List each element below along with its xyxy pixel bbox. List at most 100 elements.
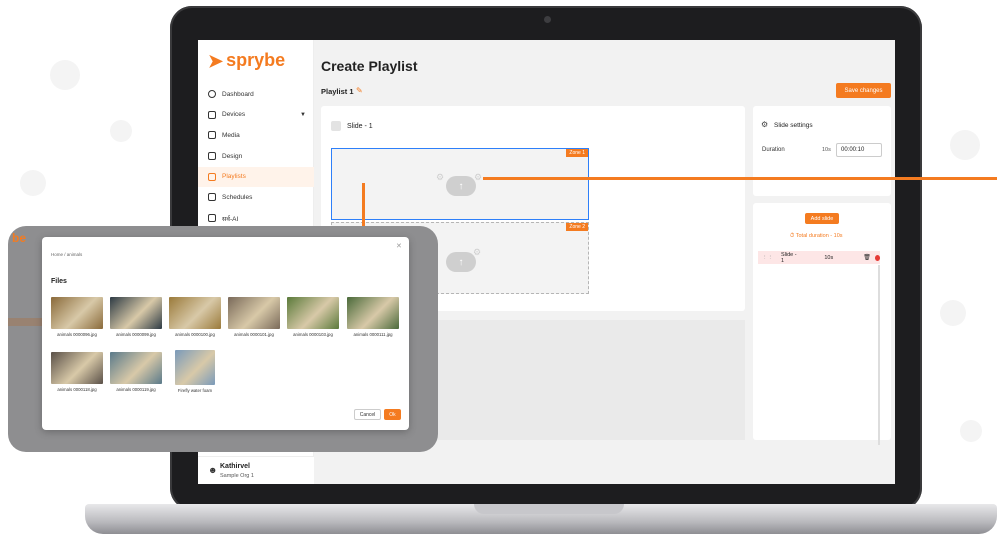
settings-title: Slide settings: [774, 122, 813, 129]
gear-icon: ⚙: [473, 247, 482, 257]
upload-cloud-icon[interactable]: ↑: [446, 252, 476, 272]
gear-icon: ⚙: [474, 172, 483, 182]
file-name: animals 0000099.jpg: [116, 332, 156, 337]
sidebar-item-label: Playlists: [222, 173, 246, 181]
file-item[interactable]: animals 0000118.jpg: [51, 352, 105, 392]
background-dot: [960, 420, 982, 442]
file-name: animals 0000118.jpg: [57, 387, 97, 392]
playlist-name: Playlist 1: [321, 87, 354, 96]
file-thumbnail: [287, 297, 339, 329]
zone-label: Zone 2: [566, 223, 588, 231]
zone-label: Zone 1: [566, 149, 588, 157]
file-name: animals 0000111.jpg: [353, 332, 393, 337]
logo-text: sprybe: [226, 50, 286, 70]
total-duration: ⏱ Total duration - 10s: [790, 233, 843, 240]
sidebar-nav: Dashboard Devices ▼ Media Design Playlis…: [198, 84, 314, 229]
breadcrumb[interactable]: Home / animals: [51, 252, 82, 257]
slide-title: Slide - 1: [347, 123, 373, 130]
files-title: Files: [51, 278, 67, 285]
slides-scrollbar[interactable]: [878, 265, 880, 445]
slide-thumbnail: [331, 121, 341, 131]
file-thumbnail: [169, 297, 221, 329]
gear-icon: ⚙: [436, 172, 445, 182]
save-changes-button[interactable]: Save changes: [836, 83, 891, 98]
logo: ➤ sprybe: [208, 50, 285, 71]
file-thumbnail: [110, 352, 162, 384]
slide-row-duration: 10s: [824, 254, 834, 261]
duration-unit: 10s: [822, 147, 831, 153]
gear-icon: ⚙: [761, 120, 769, 129]
file-name: animals 0000101.jpg: [234, 332, 274, 337]
duration-input[interactable]: 00:00:10: [836, 143, 882, 157]
calendar-icon: [208, 193, 216, 202]
sidebar-item-label: Dashboard: [222, 90, 254, 98]
file-item[interactable]: animals 0000100.jpg: [169, 297, 223, 337]
logo-icon: ➤: [208, 50, 224, 71]
file-thumbnail: [347, 297, 399, 329]
devices-icon: [208, 110, 216, 119]
file-item[interactable]: animals 0000096.jpg: [51, 297, 105, 337]
file-thumbnail: [51, 297, 103, 329]
laptop-notch: [474, 504, 624, 514]
connector-line-horizontal: [483, 177, 997, 180]
file-name: animals 0000103.jpg: [293, 332, 333, 337]
cancel-button[interactable]: Cancel: [354, 409, 381, 420]
upload-cloud-icon[interactable]: ↑: [446, 176, 476, 196]
file-name: animals 0000100.jpg: [175, 332, 215, 337]
delete-icon[interactable]: [874, 254, 880, 261]
file-thumbnail: [175, 350, 215, 385]
chevron-down-icon[interactable]: ▼: [300, 112, 306, 118]
add-slide-button[interactable]: Add slide: [805, 213, 839, 224]
file-item[interactable]: animals 0000111.jpg: [347, 297, 401, 337]
background-dot: [50, 60, 80, 90]
user-profile[interactable]: ☻ Kathirvel Sample Org 1: [198, 456, 314, 484]
background-dot: [940, 300, 966, 326]
frame-strip: [8, 318, 42, 326]
trash-icon[interactable]: 🗑: [863, 254, 871, 261]
ai-icon: [208, 214, 216, 223]
clock-icon: [208, 90, 216, 98]
sidebar-item-label: Devices: [222, 111, 246, 119]
close-icon[interactable]: ✕: [396, 242, 402, 250]
file-item[interactable]: animals 0000119.jpg: [110, 352, 164, 392]
file-item[interactable]: animals 0000103.jpg: [287, 297, 341, 337]
file-name: Firefly water foam: [177, 388, 213, 393]
slide-row[interactable]: ⋮⋮ Slide - 1 10s 🗑: [758, 251, 880, 264]
playlist-icon: [208, 172, 216, 181]
drag-handle-icon[interactable]: ⋮⋮: [762, 255, 773, 261]
ok-button[interactable]: Ok: [384, 409, 401, 420]
file-name: animals 0000119.jpg: [116, 387, 156, 392]
timer-icon: ⏱: [790, 233, 795, 239]
file-thumbnail: [51, 352, 103, 384]
sidebar-item-media[interactable]: Media: [198, 125, 314, 145]
edit-icon[interactable]: ✎: [356, 86, 363, 95]
background-dot: [110, 120, 132, 142]
sidebar-item-devices[interactable]: Devices ▼: [198, 105, 314, 125]
sidebar-item-schedules[interactable]: Schedules: [198, 187, 314, 207]
file-item[interactable]: Firefly water foam: [169, 350, 223, 393]
sidebar-item-label: सर्व-AI: [222, 215, 239, 223]
sidebar-item-label: Design: [222, 152, 243, 160]
sidebar-item-label: Schedules: [222, 193, 253, 201]
file-thumbnail: [110, 297, 162, 329]
file-item[interactable]: animals 0000101.jpg: [228, 297, 282, 337]
user-icon: ☻: [208, 465, 218, 475]
camera: [544, 16, 551, 23]
file-thumbnail: [228, 297, 280, 329]
image-icon: [208, 131, 216, 140]
sidebar-item-playlists[interactable]: Playlists: [198, 166, 314, 187]
frame-logo-fragment: be: [12, 231, 27, 245]
sidebar-item-label: Media: [222, 131, 240, 139]
slide-row-name: Slide - 1: [781, 251, 797, 264]
duration-label: Duration: [762, 147, 785, 153]
total-duration-label: Total duration - 10s: [795, 233, 843, 239]
page-title: Create Playlist: [321, 58, 418, 74]
sidebar-item-design[interactable]: Design: [198, 146, 314, 166]
file-name: animals 0000096.jpg: [57, 332, 97, 337]
background-dot: [20, 170, 46, 196]
design-icon: [208, 152, 216, 161]
sidebar-item-dashboard[interactable]: Dashboard: [198, 84, 314, 104]
file-item[interactable]: animals 0000099.jpg: [110, 297, 164, 337]
background-dot: [950, 130, 980, 160]
user-org: Sample Org 1: [220, 473, 254, 479]
